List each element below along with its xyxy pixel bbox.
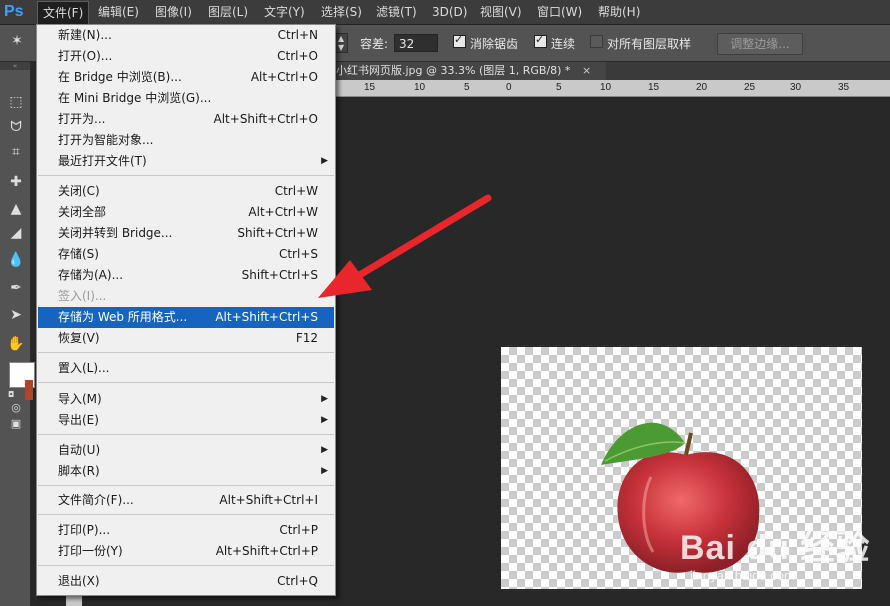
contiguous-label: 连续 [551,37,576,51]
menu-item-export[interactable]: 导出(E) ▶ [38,410,334,431]
document-tab-title: 小红书网页版.jpg @ 33.3% (图层 1, RGB/8) * [336,64,571,77]
watermark-url: jingyan.baidu.com [690,568,795,583]
menu-separator [38,565,334,566]
menu-item-close-go-bridge[interactable]: 关闭并转到 Bridge... Shift+Ctrl+W [38,223,334,244]
healing-icon[interactable]: ✚ [5,172,27,192]
menu-item-open-as[interactable]: 打开为... Alt+Shift+Ctrl+O [38,109,334,130]
ruler-tick: 0 [506,82,512,93]
annotation-arrow [318,194,492,298]
menu-item-recent-files[interactable]: 最近打开文件(T) ▶ [38,151,334,172]
submenu-arrow-icon: ▶ [321,415,328,425]
magic-wand-icon[interactable]: ✶ [6,31,28,51]
menu-item-revert[interactable]: 恢复(V) F12 [38,328,334,349]
menu-separator [38,434,334,435]
file-menu-dropdown: 新建(N)... Ctrl+N 打开(O)... Ctrl+O 在 Bridge 中… [36,24,336,596]
menu-filter[interactable]: 滤镜(T) [371,0,422,24]
arrow-shaft [354,194,492,280]
menu-item-exit[interactable]: 退出(X) Ctrl+Q [38,571,334,592]
menu-item-save[interactable]: 存储(S) Ctrl+S [38,244,334,265]
menu-view[interactable]: 视图(V) [475,0,527,24]
menu-separator [38,485,334,486]
antialias-label: 消除锯齿 [470,37,519,51]
contiguous-checkbox[interactable] [534,33,547,48]
menu-separator [38,514,334,515]
background-color-swatch[interactable] [25,380,33,400]
menu-layer[interactable]: 图层(L) [203,0,253,24]
ruler-tick: 15 [648,82,660,93]
arrow-head [318,260,372,298]
menu-separator [38,175,334,176]
watermark: Bai du 经验 [680,529,871,567]
ruler-tick: 20 [696,82,708,93]
menu-item-browse-mini-bridge[interactable]: 在 Mini Bridge 中浏览(G)... [38,88,334,109]
pen-icon[interactable]: ✒ [5,278,27,298]
submenu-arrow-icon: ▶ [321,156,328,166]
menu-item-save-for-web[interactable]: 存储为 Web 所用格式... Alt+Shift+Ctrl+S [38,307,334,328]
menu-item-new[interactable]: 新建(N)... Ctrl+N [38,25,334,46]
close-tab-icon[interactable]: × [582,64,591,77]
menu-item-automate[interactable]: 自动(U) ▶ [38,440,334,461]
ruler-tick: 10 [600,82,612,93]
submenu-arrow-icon: ▶ [321,466,328,476]
eraser-icon[interactable]: ◢ [5,223,27,243]
sample-all-layers-label: 对所有图层取样 [607,37,692,51]
marquee-icon[interactable]: ⬚ [5,92,27,112]
stamp-icon[interactable]: ▲ [5,199,27,219]
submenu-arrow-icon: ▶ [321,394,328,404]
screenmode-icon[interactable]: ▣ [5,414,27,434]
horizontal-ruler: 15 10 5 0 5 10 15 20 25 30 35 [330,80,890,97]
ruler-tick: 30 [790,82,802,93]
panel-collapse-icon[interactable]: « [0,62,30,70]
ruler-tick: 5 [556,82,562,93]
menu-item-close[interactable]: 关闭(C) Ctrl+W [38,181,334,202]
menu-item-file-info[interactable]: 文件简介(F)... Alt+Shift+Ctrl+I [38,490,334,511]
vertical-ruler [66,596,82,606]
refine-edge-button[interactable]: 调整边缘... [717,33,803,55]
crop-icon[interactable]: ⌗ [5,142,27,162]
menu-item-scripts[interactable]: 脚本(R) ▶ [38,461,334,482]
menu-image[interactable]: 图像(I) [150,0,197,24]
menu-item-print[interactable]: 打印(P)... Ctrl+P [38,520,334,541]
antialias-checkbox[interactable] [453,33,466,48]
menu-item-save-as[interactable]: 存储为(A)... Shift+Ctrl+S [38,265,334,286]
menu-separator [38,382,334,383]
menu-item-close-all[interactable]: 关闭全部 Alt+Ctrl+W [38,202,334,223]
submenu-arrow-icon: ▶ [321,445,328,455]
menu-window[interactable]: 窗口(W) [532,0,587,24]
tolerance-label: 容差: [360,37,389,51]
menu-3d[interactable]: 3D(D) [427,0,472,24]
ruler-tick: 15 [364,82,376,93]
hand-icon[interactable]: ✋ [5,334,27,354]
ruler-tick: 25 [744,82,756,93]
menu-bar: Ps 文件(F) 编辑(E) 图像(I) 图层(L) 文字(Y) 选择(S) 滤… [0,0,890,25]
ruler-tick: 5 [464,82,470,93]
sample-size-spinner-icon[interactable]: ▲ ▼ [334,33,348,53]
sample-all-layers-checkbox[interactable] [590,35,603,48]
menu-item-browse-bridge[interactable]: 在 Bridge 中浏览(B)... Alt+Ctrl+O [38,67,334,88]
menu-item-place[interactable]: 置入(L)... [38,358,334,379]
menu-item-import[interactable]: 导入(M) ▶ [38,389,334,410]
blur-icon[interactable]: 💧 [5,250,27,270]
menu-item-open[interactable]: 打开(O)... Ctrl+O [38,46,334,67]
ruler-tick: 35 [838,82,850,93]
menu-edit[interactable]: 编辑(E) [93,0,144,24]
tools-panel: « ⬚ ᗢ ⌗ ✚ ▲ ◢ 💧 ✒ ➤ ✋ ◘ ◎ ▣ [0,62,35,606]
tolerance-input[interactable]: 32 [394,34,438,52]
menu-item-open-smart-object[interactable]: 打开为智能对象... [38,130,334,151]
menu-file[interactable]: 文件(F) [37,1,90,25]
menu-item-print-one-copy[interactable]: 打印一份(Y) Alt+Shift+Ctrl+P [38,541,334,562]
menu-separator [38,352,334,353]
menu-select[interactable]: 选择(S) [316,0,367,24]
document-tab[interactable]: 小红书网页版.jpg @ 33.3% (图层 1, RGB/8) * × [330,62,606,80]
menu-item-check-in: 签入(I)... [58,289,107,303]
menu-type[interactable]: 文字(Y) [259,0,310,24]
lasso-icon[interactable]: ᗢ [5,117,27,137]
photoshop-logo: Ps [4,3,24,20]
path-select-icon[interactable]: ➤ [5,305,27,325]
menu-help[interactable]: 帮助(H) [593,0,645,24]
ruler-tick: 10 [414,82,426,93]
